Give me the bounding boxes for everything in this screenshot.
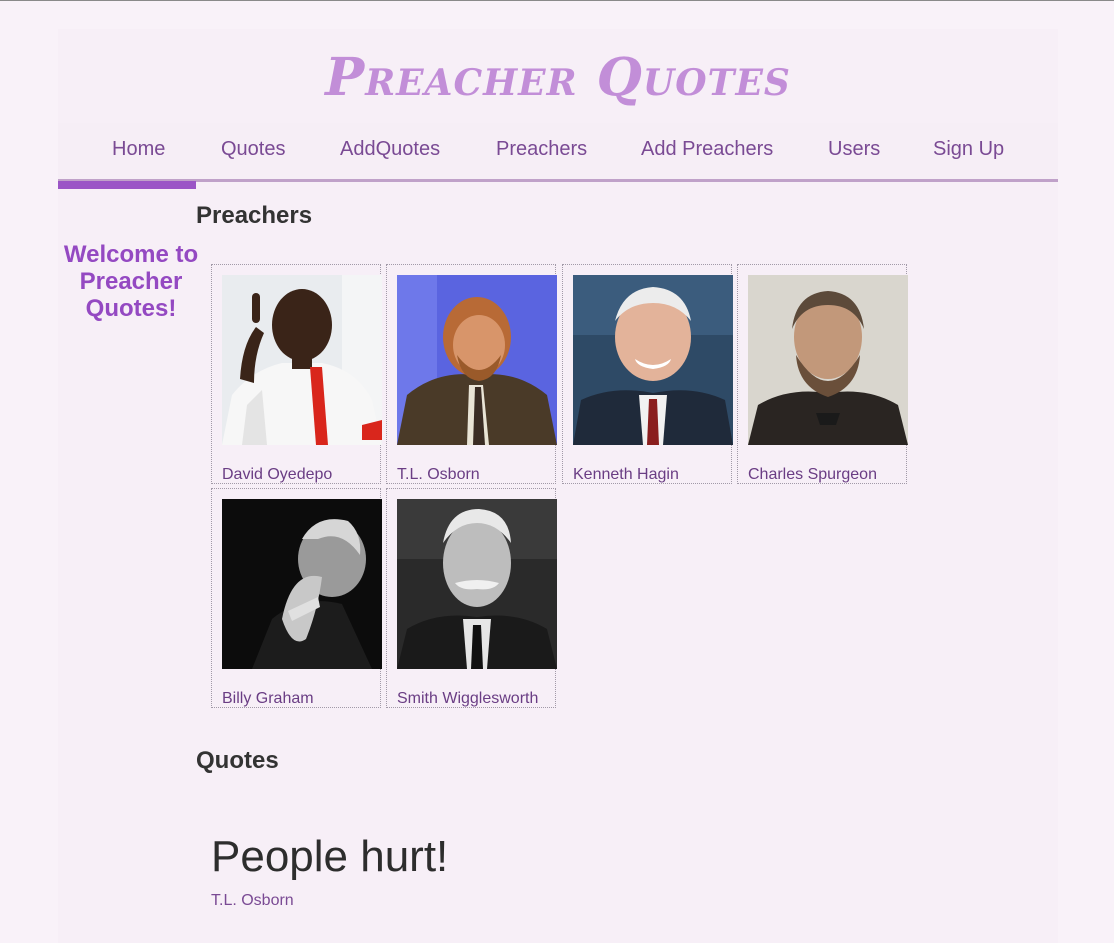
nav-item-preachers[interactable]: Preachers <box>496 135 587 163</box>
nav-item-sign-up[interactable]: Sign Up <box>933 135 1004 163</box>
preacher-name[interactable]: Smith Wigglesworth <box>397 689 538 709</box>
preacher-card[interactable]: Smith Wigglesworth <box>386 488 557 709</box>
site-title: Preacher Quotes <box>325 47 791 108</box>
main-nav: Home Quotes AddQuotes Preachers Add Prea… <box>58 123 1058 182</box>
preacher-card[interactable]: T.L. Osborn <box>386 264 557 485</box>
preacher-photo[interactable] <box>573 275 733 445</box>
welcome-message: Welcome to Preacher Quotes! <box>63 241 199 322</box>
preacher-photo[interactable] <box>748 275 908 445</box>
preacher-card[interactable]: Charles Spurgeon <box>737 264 908 485</box>
nav-item-users[interactable]: Users <box>828 135 880 163</box>
active-nav-indicator <box>58 181 196 189</box>
preacher-card[interactable]: Kenneth Hagin <box>562 264 733 485</box>
preacher-photo[interactable] <box>397 275 557 445</box>
preachers-heading: Preachers <box>196 202 313 229</box>
quote-author[interactable]: T.L. Osborn <box>211 891 294 911</box>
preacher-photo[interactable] <box>222 499 382 669</box>
preacher-name[interactable]: T.L. Osborn <box>397 465 480 485</box>
preacher-name[interactable]: Charles Spurgeon <box>748 465 877 485</box>
preacher-name[interactable]: Kenneth Hagin <box>573 465 679 485</box>
quote-text: People hurt! <box>211 832 449 881</box>
quotes-heading: Quotes <box>196 747 279 774</box>
preacher-name[interactable]: David Oyedepo <box>222 465 332 485</box>
nav-item-home[interactable]: Home <box>112 135 165 163</box>
preacher-card[interactable]: David Oyedepo <box>211 264 382 485</box>
nav-item-quotes[interactable]: Quotes <box>221 135 285 163</box>
nav-item-add-preachers[interactable]: Add Preachers <box>641 135 773 163</box>
preacher-photo[interactable] <box>222 275 382 445</box>
nav-item-addquotes[interactable]: AddQuotes <box>340 135 440 163</box>
page-container: Preacher Quotes Home Quotes AddQuotes Pr… <box>58 29 1058 943</box>
preacher-card[interactable]: Billy Graham <box>211 488 382 709</box>
preacher-photo[interactable] <box>397 499 557 669</box>
preacher-name[interactable]: Billy Graham <box>222 689 314 709</box>
